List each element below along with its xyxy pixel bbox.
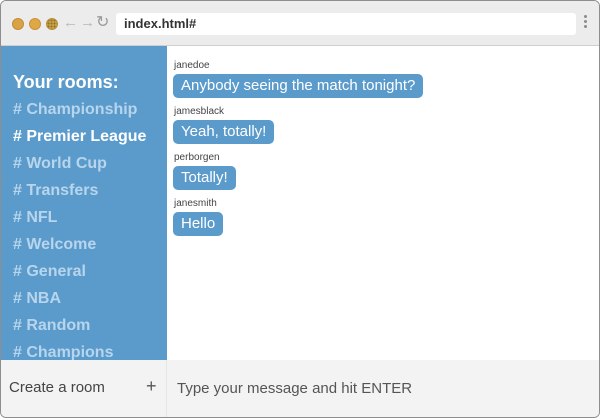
create-room-form[interactable]: Create a room + (1, 360, 167, 417)
room-item-champions[interactable]: # Champions (13, 344, 146, 360)
room-item-nfl[interactable]: # NFL (13, 209, 146, 236)
message-text: Totally! (173, 166, 236, 190)
room-item-championship[interactable]: # Championship (13, 101, 146, 128)
message-list: janedoe Anybody seeing the match tonight… (173, 60, 593, 244)
message-author: jamesblack (174, 106, 225, 117)
message: janesmith Hello (173, 198, 593, 236)
message-author: perborgen (174, 152, 220, 163)
message-text: Hello (173, 212, 224, 236)
back-arrow-icon[interactable]: ← (63, 14, 78, 32)
room-item-welcome[interactable]: # Welcome (13, 236, 146, 263)
message-input[interactable] (167, 360, 599, 417)
browser-menu-icon[interactable] (584, 15, 588, 31)
room-item-premier-league[interactable]: # Premier League (13, 128, 146, 155)
message-text: Yeah, totally! (173, 120, 275, 144)
room-item-nba[interactable]: # NBA (13, 290, 146, 317)
message: janedoe Anybody seeing the match tonight… (173, 60, 593, 98)
create-room-label[interactable]: Create a room (9, 379, 105, 396)
browser-toolbar: ← → ↻ index.html# (1, 1, 599, 46)
message-author: janesmith (174, 198, 217, 209)
create-room-plus-icon[interactable]: + (146, 376, 157, 397)
reload-icon[interactable]: ↻ (96, 14, 109, 32)
forward-arrow-icon[interactable]: → (80, 14, 95, 32)
room-item-random[interactable]: # Random (13, 317, 146, 344)
room-item-world-cup[interactable]: # World Cup (13, 155, 146, 182)
message-text: Anybody seeing the match tonight? (173, 74, 424, 98)
message-composer (167, 360, 599, 417)
address-bar-url: index.html# (124, 16, 197, 31)
rooms-sidebar: Your rooms: # Championship # Premier Lea… (1, 46, 167, 360)
message-author: janedoe (174, 60, 210, 71)
maximize-window-button[interactable] (46, 18, 58, 30)
address-bar[interactable]: index.html# (116, 13, 576, 35)
minimize-window-button[interactable] (29, 18, 41, 30)
message: perborgen Totally! (173, 152, 593, 190)
rooms-title: Your rooms: (13, 72, 119, 92)
room-item-general[interactable]: # General (13, 263, 146, 290)
room-list: # Championship # Premier League # World … (13, 101, 146, 360)
message: jamesblack Yeah, totally! (173, 106, 593, 144)
browser-window: ← → ↻ index.html# Your rooms: # Champion… (0, 0, 600, 418)
room-item-transfers[interactable]: # Transfers (13, 182, 146, 209)
close-window-button[interactable] (12, 18, 24, 30)
